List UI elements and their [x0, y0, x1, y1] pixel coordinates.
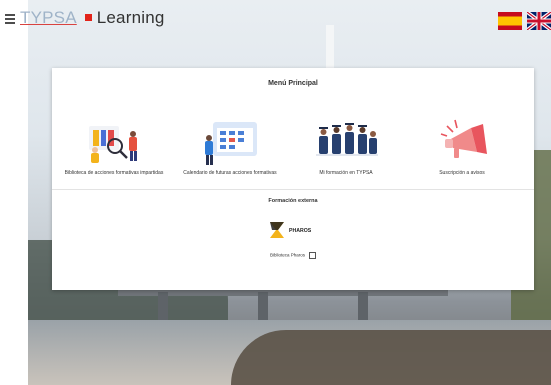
menu-item-subscription[interactable]: Suscripción a avisos: [402, 108, 522, 176]
menu-item-my-training[interactable]: Mi formación en TYPSA: [286, 108, 406, 176]
megaphone-illustration-icon: [440, 119, 487, 158]
external-training-title: Formación externa: [268, 198, 318, 204]
es-flag-icon[interactable]: [498, 12, 522, 30]
calendar-illustration-icon: [205, 122, 257, 165]
top-header: TYPSA Learning: [0, 0, 551, 36]
page-left-margin: [0, 0, 28, 385]
menu-item-calendar[interactable]: Calendario de futuras acciones formativa…: [170, 108, 290, 176]
logo-learning-text: Learning: [96, 8, 165, 27]
graduates-illustration-icon: [316, 123, 378, 156]
logo-typsa-text: TYPSA: [20, 8, 77, 27]
pharos-logo-text: PHAROS: [289, 228, 312, 234]
pharos-library-link[interactable]: Biblioteca Pharos: [52, 252, 534, 259]
hamburger-menu-icon[interactable]: [5, 14, 15, 26]
pharos-library-label: Biblioteca Pharos: [269, 252, 306, 258]
library-illustration-icon: [89, 126, 137, 163]
external-link-icon: [309, 252, 317, 259]
pharos-logo[interactable]: PHAROS: [268, 219, 328, 241]
main-menu-title: Menú Principal: [268, 80, 318, 87]
typsa-learning-logo[interactable]: TYPSA Learning: [20, 8, 165, 28]
uk-flag-icon[interactable]: [527, 12, 551, 30]
main-menu-panel: Menú Principal Biblioteca de acciones fo…: [52, 68, 534, 290]
menu-item-library[interactable]: Biblioteca de acciones formativas impart…: [54, 108, 174, 176]
logo-red-square: [84, 14, 92, 22]
section-divider: [52, 189, 534, 190]
rocks-shape: [231, 330, 551, 385]
menu-item-label: Calendario de futuras acciones formativa…: [183, 170, 277, 176]
menu-item-label: Suscripción a avisos: [439, 170, 485, 176]
menu-item-label: Mi formación en TYPSA: [319, 170, 373, 176]
menu-item-label: Biblioteca de acciones formativas impart…: [64, 170, 164, 176]
